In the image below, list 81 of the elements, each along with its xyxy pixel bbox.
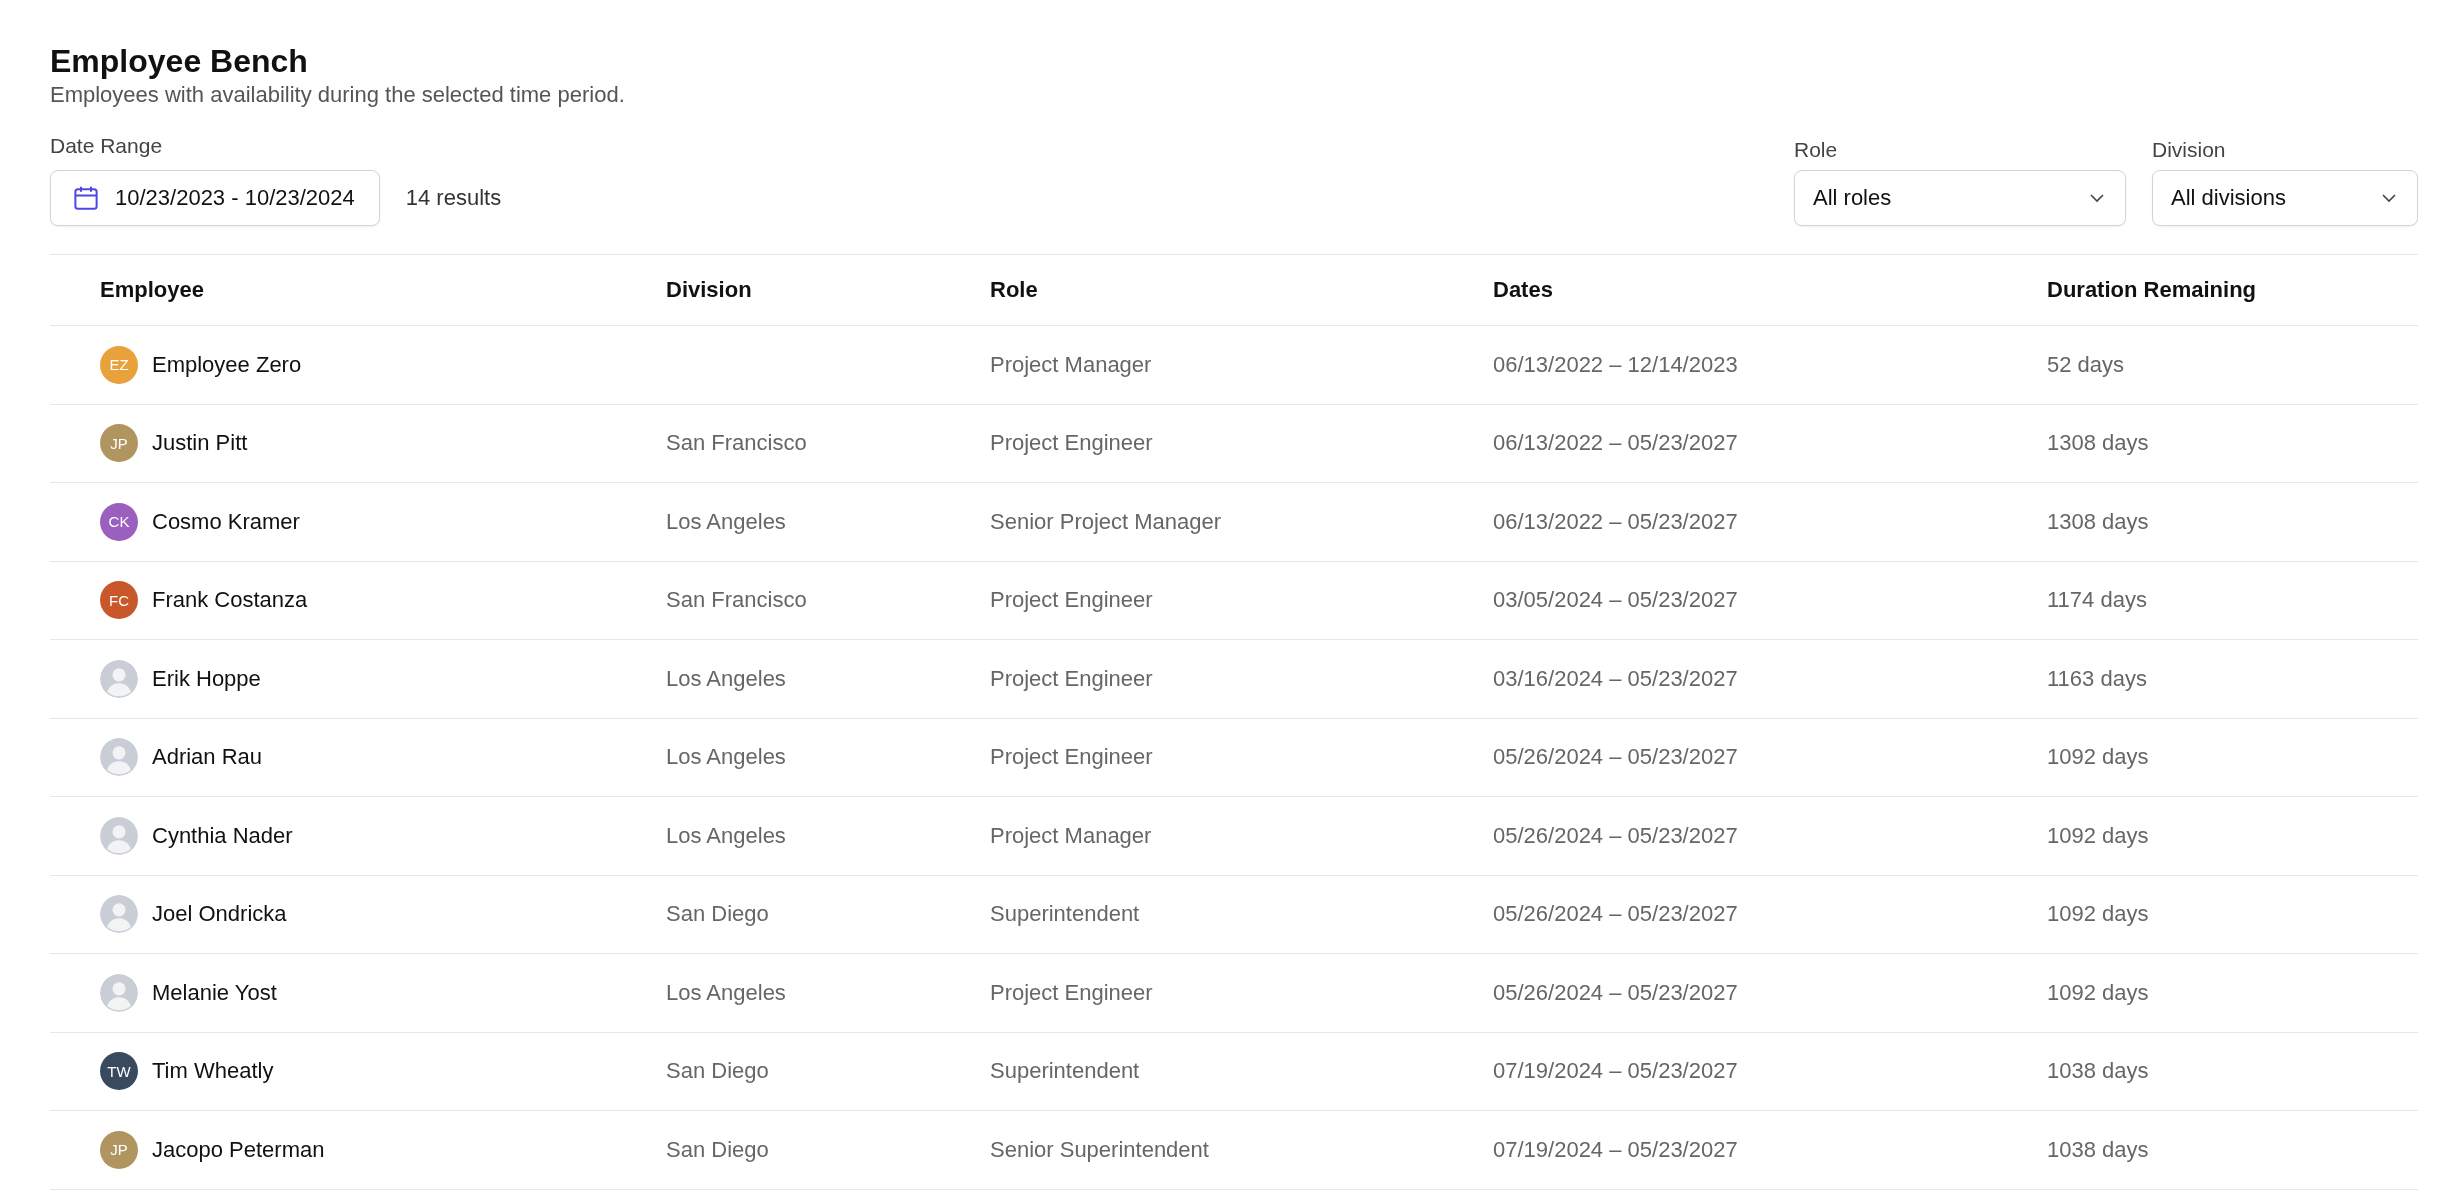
employee-name: Frank Costanza	[152, 587, 308, 614]
role-cell: Superintendent	[990, 1058, 1140, 1084]
column-header: Division	[666, 277, 752, 302]
division-cell: San Francisco	[666, 587, 807, 613]
duration-cell: 1038 days	[2047, 1136, 2149, 1162]
initials-avatar: TW	[100, 1052, 138, 1091]
division-cell: Los Angeles	[666, 822, 786, 848]
role-cell: Project Manager	[990, 822, 1152, 848]
role-cell: Project Manager	[990, 351, 1152, 377]
duration-cell: 1163 days	[2047, 665, 2147, 691]
dates-cell: 05/26/2024 – 05/23/2027	[1493, 901, 1738, 927]
duration-cell: 1092 days	[2047, 901, 2149, 927]
employee-name: Joel Ondricka	[152, 901, 287, 928]
division-cell: San Diego	[666, 901, 769, 927]
duration-cell: 1308 days	[2047, 508, 2149, 534]
date-range-label: Date Range	[50, 134, 164, 158]
role-dropdown[interactable]: All roles	[1794, 170, 2126, 226]
dates-cell: 03/05/2024 – 05/23/2027	[1493, 587, 1738, 613]
role-cell: Project Engineer	[990, 587, 1153, 613]
role-cell: Senior Project Manager	[990, 508, 1222, 534]
employee-name: Cosmo Kramer	[152, 508, 300, 535]
employee-name: Tim Wheatly	[152, 1058, 274, 1085]
avatar-silhouette-icon	[100, 816, 138, 855]
employee-name: Cynthia Nader	[152, 822, 293, 849]
dates-cell: 07/19/2024 – 05/23/2027	[1493, 1058, 1738, 1084]
role-cell: Project Engineer	[990, 979, 1153, 1005]
duration-cell: 1092 days	[2047, 979, 2149, 1005]
dates-cell: 06/13/2022 – 05/23/2027	[1493, 430, 1738, 456]
initials-avatar: EZ	[100, 345, 138, 384]
dates-cell: 06/13/2022 – 12/14/2023	[1493, 351, 1738, 377]
avatar-silhouette-icon	[100, 895, 138, 934]
duration-cell: 52 days	[2047, 351, 2125, 377]
role-cell: Superintendent	[990, 901, 1140, 927]
role-cell: Senior Superintendent	[990, 1136, 1209, 1162]
avatar-silhouette-icon	[100, 738, 138, 777]
initials-avatar: FC	[100, 581, 138, 620]
division-dropdown[interactable]: All divisions	[2152, 170, 2418, 226]
column-header: Role	[990, 277, 1038, 302]
initials-avatar: CK	[100, 502, 138, 541]
employee-name: Adrian Rau	[152, 744, 263, 771]
division-label: Division	[2152, 138, 2227, 162]
dates-cell: 03/16/2024 – 05/23/2027	[1493, 665, 1738, 691]
employee-name: Justin Pitt	[152, 430, 248, 457]
employee-name: Melanie Yost	[152, 979, 277, 1006]
division-cell: Los Angeles	[666, 665, 786, 691]
chevron-down-icon	[2089, 193, 2105, 203]
duration-cell: 1038 days	[2047, 1058, 2149, 1084]
page-subtitle: Employees with availability during the selected time period.	[50, 82, 626, 108]
initials-avatar: JP	[100, 1130, 138, 1169]
initials-avatar: JP	[100, 424, 138, 463]
role-cell: Project Engineer	[990, 744, 1153, 770]
role-cell: Project Engineer	[990, 430, 1153, 456]
duration-cell: 1092 days	[2047, 822, 2149, 848]
division-cell: San Diego	[666, 1058, 769, 1084]
division-cell: Los Angeles	[666, 508, 786, 534]
duration-cell: 1308 days	[2047, 430, 2149, 456]
division-cell: San Diego	[666, 1136, 769, 1162]
column-header: Duration Remaining	[2047, 277, 2256, 302]
avatar-silhouette-icon	[100, 973, 138, 1012]
column-header: Dates	[1493, 277, 1553, 302]
duration-cell: 1174 days	[2047, 587, 2147, 613]
employee-name: Erik Hoppe	[152, 665, 261, 692]
role-cell: Project Engineer	[990, 665, 1153, 691]
dates-cell: 05/26/2024 – 05/23/2027	[1493, 979, 1738, 1005]
result-count: 14 results	[405, 185, 502, 211]
dates-cell: 05/26/2024 – 05/23/2027	[1493, 822, 1738, 848]
duration-cell: 1092 days	[2047, 744, 2149, 770]
dates-cell: 05/26/2024 – 05/23/2027	[1493, 744, 1738, 770]
division-cell: Los Angeles	[666, 744, 786, 770]
employee-name: Employee Zero	[152, 351, 302, 378]
division-cell: San Francisco	[666, 430, 807, 456]
dates-cell: 06/13/2022 – 05/23/2027	[1493, 508, 1738, 534]
employee-name: Jacopo Peterman	[152, 1136, 325, 1163]
avatar-silhouette-icon	[100, 659, 138, 698]
column-header: Employee	[100, 277, 204, 302]
chevron-down-icon	[2381, 193, 2397, 203]
division-cell: Los Angeles	[666, 979, 786, 1005]
page-title: Employee Bench	[50, 42, 309, 80]
dates-cell: 07/19/2024 – 05/23/2027	[1493, 1136, 1738, 1162]
role-label: Role	[1794, 138, 1839, 162]
date-range-picker[interactable]: 10/23/2023 - 10/23/2024	[50, 170, 380, 226]
